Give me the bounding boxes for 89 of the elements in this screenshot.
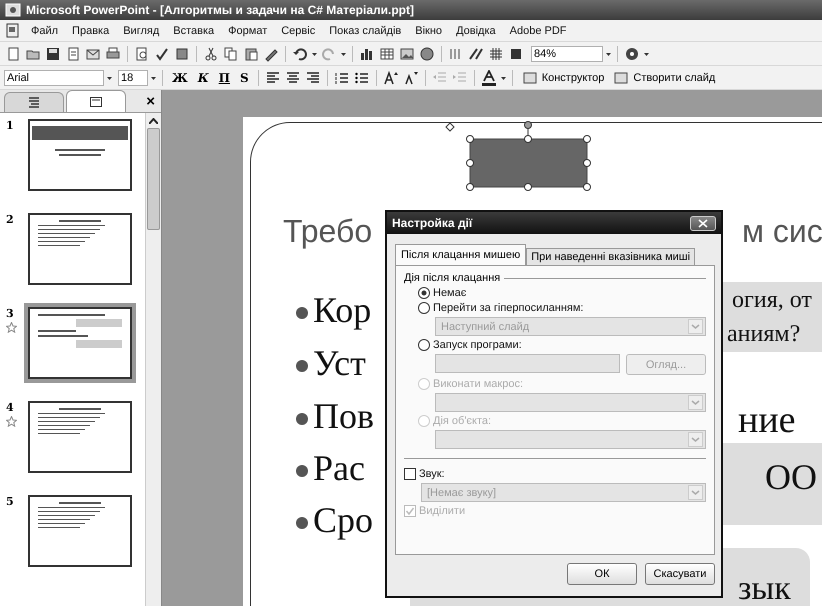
option-label: Запуск програми:	[433, 339, 522, 351]
window-title: Microsoft PowerPoint - [Алгоритмы и задачи на C# Матеріали.ppt]	[26, 3, 414, 17]
document-icon[interactable]	[5, 22, 21, 38]
undo-icon[interactable]	[292, 46, 308, 62]
slide-number: 2	[6, 213, 14, 226]
align-left-icon[interactable]	[264, 70, 281, 86]
bullet-dot	[296, 307, 308, 319]
slide-title: м сис	[742, 213, 822, 250]
menu-item[interactable]: Сервіс	[276, 22, 320, 38]
cancel-button[interactable]: Скасувати	[645, 563, 715, 585]
font-size-dropdown[interactable]: 18	[118, 70, 148, 86]
menu-item[interactable]: Вікно	[410, 22, 448, 38]
radio-button[interactable]	[418, 302, 430, 314]
menu-item[interactable]: Файл	[26, 22, 64, 38]
picture-frame-icon[interactable]	[399, 46, 415, 62]
option-label: Перейти за гіперпосиланням:	[433, 302, 584, 314]
spelling-icon[interactable]	[154, 46, 170, 62]
zoom-dropdown[interactable]: 84%	[531, 46, 603, 62]
option-label: Немає	[433, 287, 466, 299]
bullet-text: Рас	[313, 447, 365, 489]
bullet-dot	[296, 413, 308, 425]
radio-button[interactable]	[418, 339, 430, 351]
increase-font-icon[interactable]	[382, 70, 399, 86]
pane-tab[interactable]	[66, 90, 126, 112]
option-label: Дія об'єкта:	[433, 415, 492, 427]
menu-item[interactable]: Довідка	[451, 22, 501, 38]
close-button[interactable]: ×	[146, 92, 155, 110]
menu-item[interactable]: Вигляд	[118, 22, 164, 38]
menu-item[interactable]: Adobe PDF	[504, 22, 572, 38]
format-button[interactable]: Ж	[168, 70, 192, 84]
group-label: Дія після клацання	[404, 272, 500, 284]
scroll-thumb[interactable]	[147, 128, 160, 230]
checkbox[interactable]	[404, 468, 416, 480]
bullet-dot	[296, 517, 308, 529]
slide-title: Требо	[283, 213, 372, 250]
scrollbar[interactable]	[145, 113, 161, 606]
slide-number: 3	[6, 307, 14, 320]
slide-text: огия, от	[732, 287, 812, 315]
print-icon[interactable]	[105, 46, 121, 62]
slide-text: аниям?	[727, 321, 800, 349]
align-center-icon[interactable]	[284, 70, 301, 86]
save-icon[interactable]	[45, 46, 61, 62]
dialog-title: Настройка дії	[392, 216, 472, 230]
new-slide-button[interactable]: Створити слайд	[609, 70, 718, 86]
bullet-text: Кор	[313, 289, 372, 331]
bullet-text: Уст	[313, 342, 366, 384]
slide-number: 4	[6, 401, 14, 414]
slide-text: ние	[738, 399, 796, 443]
checkbox-label: Звук:	[419, 468, 445, 480]
selection-handles-drawing[interactable]	[445, 121, 591, 191]
tab[interactable]: Після клацання мишею	[395, 244, 526, 265]
decrease-font-icon[interactable]	[402, 70, 419, 86]
copy-icon[interactable]	[223, 46, 239, 62]
format-button[interactable]: П	[214, 70, 234, 84]
slide-text: зык	[738, 569, 791, 606]
outline-icon	[26, 94, 42, 110]
close-button[interactable]	[690, 216, 716, 230]
close-icon	[698, 218, 708, 228]
slide-text: ОО	[765, 457, 817, 498]
checkbox-label: Виділити	[419, 505, 466, 517]
table-icon[interactable]	[379, 46, 395, 62]
slide-thumbnail[interactable]	[24, 303, 136, 383]
bullet-dot	[296, 360, 308, 372]
bullet-text: Пов	[313, 395, 374, 437]
scroll-up-icon[interactable]	[149, 118, 158, 124]
menu-item[interactable]: Вставка	[168, 22, 220, 38]
ok-button[interactable]: ОК	[567, 563, 637, 585]
font-color-icon[interactable]	[480, 70, 497, 86]
menu-item[interactable]: Правка	[67, 22, 114, 38]
format-button[interactable]: S	[236, 70, 253, 84]
scissors-icon[interactable]	[203, 46, 219, 62]
bullet-dot	[296, 465, 308, 477]
pane-tab[interactable]	[4, 92, 64, 112]
tab[interactable]: При наведенні вказівника миші	[526, 248, 696, 265]
radio-button[interactable]	[418, 287, 430, 299]
grid-icon[interactable]	[488, 46, 504, 62]
menu-item[interactable]: Формат	[223, 22, 272, 38]
app-icon	[5, 2, 21, 18]
slide-number: 5	[6, 495, 14, 508]
format-button[interactable]: К	[194, 70, 213, 84]
option-label: Виконати макрос:	[433, 378, 524, 390]
font-dropdown[interactable]: Arial	[4, 70, 104, 86]
paste-icon[interactable]	[243, 46, 259, 62]
help-icon[interactable]	[624, 46, 640, 62]
slide-number: 1	[6, 119, 14, 132]
menu-item[interactable]: Показ слайдів	[324, 22, 406, 38]
align-right-icon[interactable]	[304, 70, 321, 86]
design-button[interactable]: Конструктор	[518, 70, 608, 86]
bullet-text: Сро	[313, 499, 374, 541]
